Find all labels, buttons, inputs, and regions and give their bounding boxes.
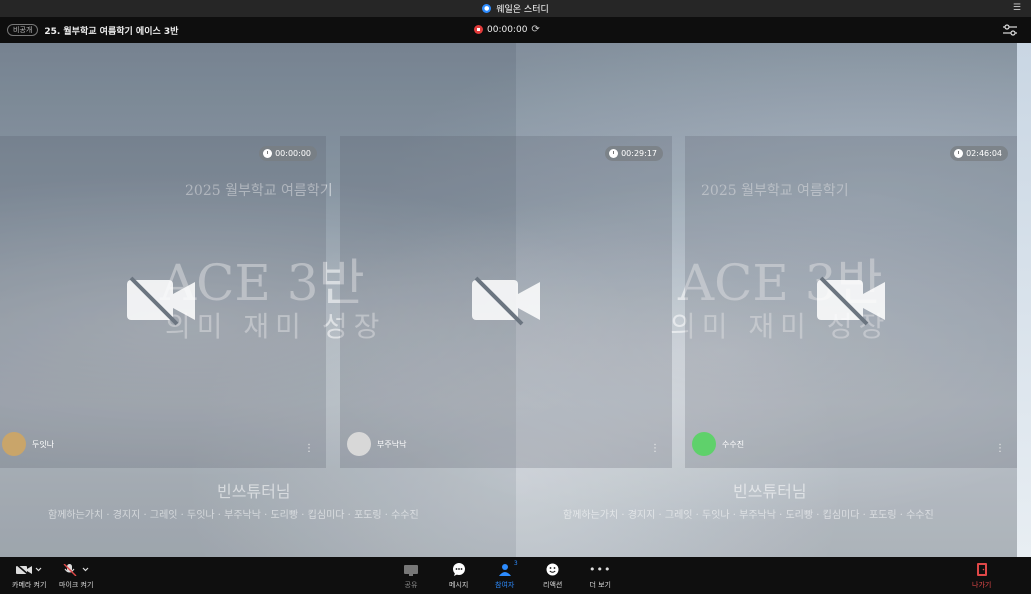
reaction-label: 리액션 (543, 581, 563, 589)
participants-count: 3 (513, 560, 518, 567)
participant-name: 부주낙낙 (377, 439, 407, 449)
leave-label: 나가기 (972, 581, 992, 589)
more-options-icon[interactable]: ⋮ (304, 443, 314, 454)
refresh-icon[interactable]: ⟳ (531, 24, 539, 35)
share-button[interactable]: 공유 (404, 561, 418, 590)
more-dots-icon: ••• (589, 563, 612, 576)
clock-icon (954, 149, 964, 158)
slide-tutor: 빈쓰튜터님 (217, 482, 291, 501)
slide-members: 함께하는가치 · 경지지 · 그레잇 · 두잇나 · 부주낙낙 · 도리빵 · … (563, 510, 934, 521)
participation-time: 00:00:00 (259, 146, 317, 161)
participant-name-row: 수수진 (692, 432, 744, 456)
more-options-icon[interactable]: ⋮ (995, 443, 1005, 454)
participant-tile[interactable]: 00:00:00 두잇나 ⋮ (0, 136, 326, 468)
title-bar: ● 웨일온 스터디 ☰ (0, 0, 1031, 17)
camera-toggle-button[interactable]: 카메라 켜기 (12, 561, 46, 590)
participant-tile[interactable]: 00:29:17 부주낙낙 ⋮ (340, 136, 672, 468)
more-label: 더 보기 (589, 581, 611, 589)
participant-name: 수수진 (722, 439, 745, 449)
record-stop-icon[interactable] (474, 25, 483, 34)
avatar (347, 432, 371, 456)
layout-menu-icon[interactable]: ☰ (1013, 3, 1021, 13)
participants-button[interactable]: 3 참여자 (495, 560, 518, 590)
timer-value: 00:00:00 (487, 24, 528, 35)
whale-on-logo-icon: ● (482, 4, 492, 13)
participation-time: 00:29:17 (605, 146, 663, 161)
mic-toggle-label: 마이크 켜기 (59, 581, 94, 589)
participants-label: 참여자 (495, 581, 515, 589)
mic-toggle-button[interactable]: 마이크 켜기 (59, 561, 93, 590)
participants-icon: 3 (498, 560, 518, 578)
meeting-toolbar: 카메라 켜기 마이크 켜기 공유 메시지 3 참여자 리액션 ••• 더 보기 … (0, 557, 1031, 594)
camera-off-icon (16, 561, 42, 578)
camera-off-icon (472, 276, 540, 326)
meeting-title: 25. 월부학교 여름학기 에이스 3반 (44, 26, 179, 37)
meeting-info-bar: 비공개 25. 월부학교 여름학기 에이스 3반 00:00:00 ⟳ (0, 17, 1031, 43)
more-button[interactable]: ••• 더 보기 (589, 561, 611, 590)
participation-time: 02:46:04 (950, 146, 1008, 161)
visibility-badge: 비공개 (7, 24, 39, 36)
participant-name-row: 부주낙낙 (347, 432, 406, 456)
camera-off-icon (817, 276, 885, 326)
leave-button[interactable]: 나가기 (972, 561, 991, 590)
camera-toggle-label: 카메라 켜기 (12, 581, 47, 589)
exit-door-icon (976, 561, 987, 578)
message-label: 메시지 (449, 581, 469, 589)
message-button[interactable]: 메시지 (449, 561, 468, 590)
recording-timer: 00:00:00 ⟳ (474, 24, 540, 35)
avatar (2, 432, 26, 456)
participant-name: 두잇나 (32, 439, 55, 449)
reaction-button[interactable]: 리액션 (543, 561, 562, 590)
smiley-icon (546, 561, 559, 578)
chat-bubble-icon (452, 561, 466, 578)
participant-tile[interactable]: 02:46:04 수수진 ⋮ (685, 136, 1017, 468)
mic-off-icon (63, 561, 89, 578)
share-screen-icon (404, 561, 418, 578)
settings-sliders-icon[interactable] (1003, 24, 1017, 36)
share-label: 공유 (404, 581, 418, 589)
avatar (692, 432, 716, 456)
slide-members: 함께하는가치 · 경지지 · 그레잇 · 두잇나 · 부주낙낙 · 도리빵 · … (48, 510, 419, 521)
video-stage: 2025 월부학교 여름학기 ACE 3반 의미 재미 성장 빈쓰튜터님 함께하… (0, 43, 1031, 557)
camera-off-icon (127, 276, 195, 326)
clock-icon (263, 149, 273, 158)
slide-tutor: 빈쓰튜터님 (733, 482, 807, 501)
participant-name-row: 두잇나 (2, 432, 54, 456)
app-title: 웨일온 스터디 (496, 5, 549, 15)
clock-icon (609, 149, 619, 158)
more-options-icon[interactable]: ⋮ (650, 443, 660, 454)
